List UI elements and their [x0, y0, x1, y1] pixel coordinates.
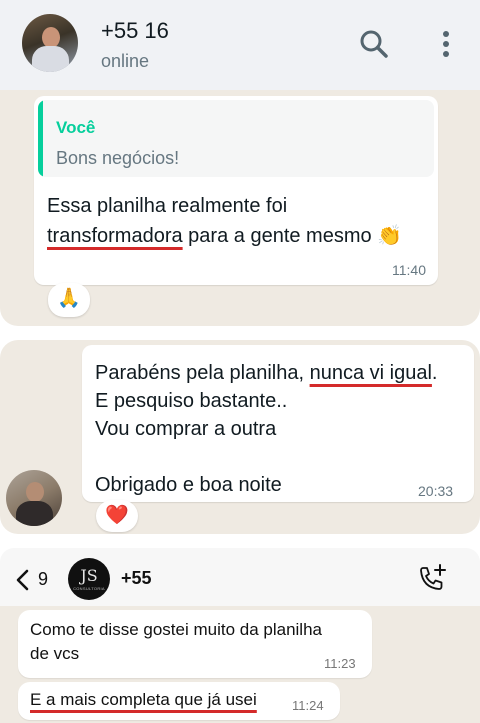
message-line: Como te disse gostei muito da planilha	[30, 620, 322, 639]
quote-accent-bar	[38, 100, 43, 177]
message-text: .	[431, 362, 438, 384]
contact-name[interactable]: +55 16	[101, 18, 169, 44]
message-text: para a gente mesmo 👏	[182, 225, 403, 247]
contact-status: online	[101, 51, 150, 71]
chat-header: +55 16 online	[0, 0, 480, 90]
more-vertical-icon[interactable]	[436, 28, 456, 62]
message-time: 11:23	[324, 656, 356, 671]
message-line: de vcs	[30, 644, 80, 663]
contact-name[interactable]: +55	[121, 568, 152, 589]
quote-text: Bons negócios!	[56, 148, 180, 168]
chat-screenshot-2: Parabéns pela planilha, nunca vi igual. …	[0, 340, 480, 534]
message-line: Vou comprar a outra	[95, 418, 277, 440]
sender-avatar[interactable]	[6, 470, 62, 526]
message-time: 11:40	[392, 262, 426, 278]
chevron-left-icon[interactable]	[14, 568, 30, 592]
quote-author: Você	[56, 118, 96, 137]
unread-count[interactable]: 9	[38, 569, 48, 590]
chat-header: 9 JS CONSULTORIA +55	[0, 548, 480, 606]
message-line: Essa planilha realmente foi	[47, 195, 288, 217]
incoming-message-bubble[interactable]: Parabéns pela planilha, nunca vi igual. …	[82, 345, 474, 502]
message-line: transformadora para a gente mesmo 👏	[47, 223, 402, 248]
add-call-icon[interactable]	[416, 562, 448, 594]
chat-area: Como te disse gostei muito da planilha d…	[0, 606, 480, 723]
incoming-message-bubble[interactable]: Como te disse gostei muito da planilha d…	[18, 610, 372, 678]
message-text: Parabéns pela planilha,	[95, 362, 310, 384]
message-time: 20:33	[418, 483, 454, 499]
search-icon[interactable]	[358, 28, 390, 62]
underlined-text: transformadora	[47, 225, 183, 247]
underlined-text: E a mais completa que já usei	[30, 690, 257, 709]
incoming-message-bubble[interactable]: Você Bons negócios! Essa planilha realme…	[34, 96, 438, 285]
quoted-message[interactable]: Você Bons negócios!	[38, 100, 434, 177]
logo-subtitle: CONSULTORIA	[73, 586, 105, 591]
incoming-message-bubble[interactable]: E a mais completa que já usei 11:24	[18, 682, 340, 720]
chat-screenshot-3: 9 JS CONSULTORIA +55 Como te disse goste…	[0, 548, 480, 723]
message-line: Parabéns pela planilha, nunca vi igual.	[95, 362, 437, 385]
underlined-text: nunca vi igual	[309, 362, 432, 384]
message-line: E pesquiso bastante..	[95, 390, 288, 412]
reaction-badge[interactable]: 🙏	[48, 283, 90, 317]
logo-letters: JS	[80, 566, 98, 585]
message-time: 11:24	[292, 698, 324, 713]
contact-avatar[interactable]: JS CONSULTORIA	[68, 558, 110, 600]
message-line: Obrigado e boa noite	[95, 474, 282, 496]
chat-screenshot-1: +55 16 online Você Bons negócios! Essa p…	[0, 0, 480, 326]
contact-avatar[interactable]	[22, 14, 78, 72]
reaction-badge[interactable]: ❤️	[96, 500, 138, 532]
